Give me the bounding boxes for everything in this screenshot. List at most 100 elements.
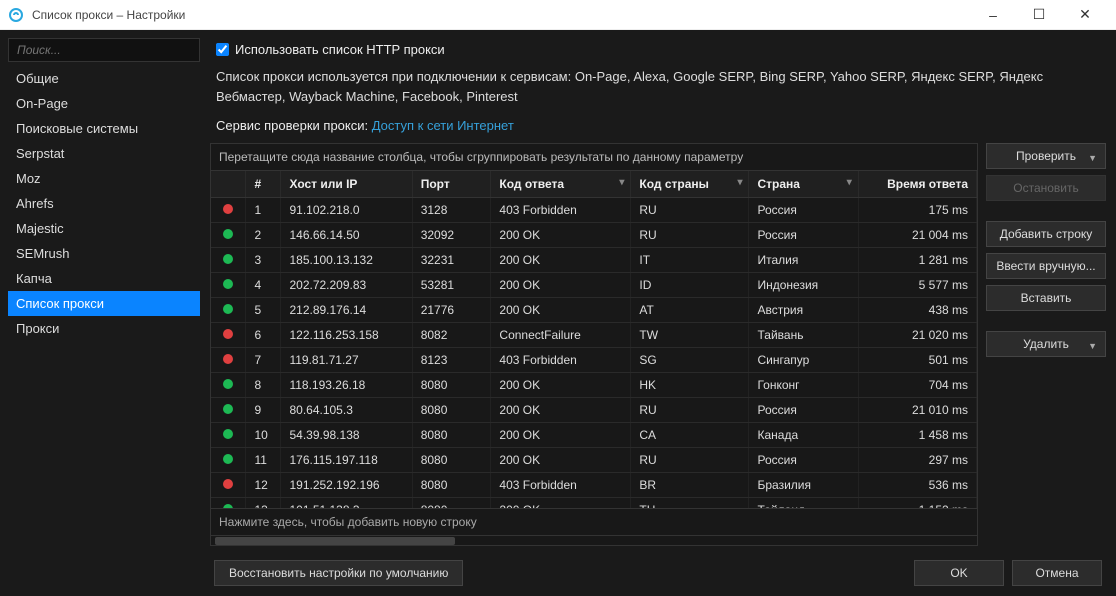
- manual-entry-button[interactable]: Ввести вручную...: [986, 253, 1106, 279]
- cell-port: 8123: [412, 348, 491, 373]
- cell-num: 10: [246, 423, 281, 448]
- cell-code: 403 Forbidden: [491, 473, 631, 498]
- cell-host: 202.72.209.83: [281, 273, 412, 298]
- delete-button[interactable]: Удалить▼: [986, 331, 1106, 357]
- status-dot: [223, 304, 233, 314]
- cell-country-code: RU: [631, 198, 749, 223]
- table-row[interactable]: 191.102.218.03128403 ForbiddenRUРоссия17…: [211, 198, 977, 223]
- cell-code: 200 OK: [491, 298, 631, 323]
- cancel-button[interactable]: Отмена: [1012, 560, 1102, 586]
- col-host[interactable]: Хост или IP: [281, 171, 412, 198]
- sidebar-item[interactable]: Majestic: [8, 216, 200, 241]
- cell-code: 200 OK: [491, 223, 631, 248]
- cell-host: 122.116.253.158: [281, 323, 412, 348]
- cell-code: ConnectFailure: [491, 323, 631, 348]
- minimize-button[interactable]: –: [970, 0, 1016, 30]
- category-list: ОбщиеOn-PageПоисковые системыSerpstatMoz…: [8, 66, 200, 588]
- table-row[interactable]: 3185.100.13.13232231200 OKITИталия1 281 …: [211, 248, 977, 273]
- proxy-grid[interactable]: # Хост или IP Порт Код ответа▾ Код стран…: [211, 171, 977, 508]
- table-row[interactable]: 13101.51.138.38080200 OKTHТайланд1 152 m…: [211, 498, 977, 509]
- sidebar-item[interactable]: SEMrush: [8, 241, 200, 266]
- titlebar: Список прокси – Настройки – ☐ ✕: [0, 0, 1116, 30]
- horizontal-scrollbar[interactable]: [211, 535, 977, 545]
- stop-button: Остановить: [986, 175, 1106, 201]
- col-port[interactable]: Порт: [412, 171, 491, 198]
- cell-country: Тайвань: [749, 323, 858, 348]
- cell-num: 7: [246, 348, 281, 373]
- footer: Восстановить настройки по умолчанию OK О…: [210, 554, 1106, 588]
- add-row-button[interactable]: Добавить строку: [986, 221, 1106, 247]
- cell-port: 8080: [412, 448, 491, 473]
- col-status[interactable]: [211, 171, 246, 198]
- filter-icon[interactable]: ▾: [847, 177, 852, 188]
- cell-code: 200 OK: [491, 273, 631, 298]
- cell-port: 8080: [412, 498, 491, 509]
- sidebar-item[interactable]: On-Page: [8, 91, 200, 116]
- cell-host: 191.252.192.196: [281, 473, 412, 498]
- filter-icon[interactable]: ▾: [619, 177, 624, 188]
- sidebar-item[interactable]: Serpstat: [8, 141, 200, 166]
- cell-num: 9: [246, 398, 281, 423]
- cell-code: 200 OK: [491, 248, 631, 273]
- table-row[interactable]: 7119.81.71.278123403 ForbiddenSGСингапур…: [211, 348, 977, 373]
- sidebar-item[interactable]: Поисковые системы: [8, 116, 200, 141]
- status-dot: [223, 479, 233, 489]
- close-button[interactable]: ✕: [1062, 0, 1108, 30]
- search-input[interactable]: [8, 38, 200, 62]
- service-label: Сервис проверки прокси:: [216, 118, 372, 133]
- sidebar-item[interactable]: Moz: [8, 166, 200, 191]
- sidebar-item[interactable]: Общие: [8, 66, 200, 91]
- proxy-grid-panel: Перетащите сюда название столбца, чтобы …: [210, 143, 978, 546]
- table-row[interactable]: 980.64.105.38080200 OKRUРоссия21 010 ms: [211, 398, 977, 423]
- chevron-down-icon: ▼: [1088, 339, 1097, 353]
- cell-code: 403 Forbidden: [491, 198, 631, 223]
- paste-button[interactable]: Вставить: [986, 285, 1106, 311]
- cell-port: 8080: [412, 473, 491, 498]
- cell-time: 1 458 ms: [858, 423, 976, 448]
- col-num[interactable]: #: [246, 171, 281, 198]
- cell-country-code: RU: [631, 448, 749, 473]
- table-row[interactable]: 11176.115.197.1188080200 OKRUРоссия297 m…: [211, 448, 977, 473]
- add-row-placeholder[interactable]: Нажмите здесь, чтобы добавить новую стро…: [211, 508, 977, 535]
- sidebar-item[interactable]: Список прокси: [8, 291, 200, 316]
- cell-code: 200 OK: [491, 498, 631, 509]
- table-row[interactable]: 6122.116.253.1588082ConnectFailureTWТайв…: [211, 323, 977, 348]
- sidebar-item[interactable]: Прокси: [8, 316, 200, 341]
- cell-time: 21 020 ms: [858, 323, 976, 348]
- sidebar-item[interactable]: Ahrefs: [8, 191, 200, 216]
- cell-num: 13: [246, 498, 281, 509]
- cell-country: Россия: [749, 198, 858, 223]
- group-by-hint[interactable]: Перетащите сюда название столбца, чтобы …: [211, 144, 977, 171]
- cell-country-code: SG: [631, 348, 749, 373]
- cell-country-code: IT: [631, 248, 749, 273]
- cell-country-code: ID: [631, 273, 749, 298]
- col-country[interactable]: Страна▾: [749, 171, 858, 198]
- cell-time: 501 ms: [858, 348, 976, 373]
- table-row[interactable]: 4202.72.209.8353281200 OKIDИндонезия5 57…: [211, 273, 977, 298]
- sidebar-item[interactable]: Капча: [8, 266, 200, 291]
- cell-country: Индонезия: [749, 273, 858, 298]
- table-row[interactable]: 8118.193.26.188080200 OKHKГонконг704 ms: [211, 373, 977, 398]
- status-dot: [223, 354, 233, 364]
- table-row[interactable]: 2146.66.14.5032092200 OKRUРоссия21 004 m…: [211, 223, 977, 248]
- col-code[interactable]: Код ответа▾: [491, 171, 631, 198]
- table-row[interactable]: 1054.39.98.1388080200 OKCAКанада1 458 ms: [211, 423, 977, 448]
- status-dot: [223, 429, 233, 439]
- maximize-button[interactable]: ☐: [1016, 0, 1062, 30]
- table-row[interactable]: 5212.89.176.1421776200 OKATАвстрия438 ms: [211, 298, 977, 323]
- filter-icon[interactable]: ▾: [737, 177, 742, 188]
- check-button[interactable]: Проверить▼: [986, 143, 1106, 169]
- col-country-code[interactable]: Код страны▾: [631, 171, 749, 198]
- ok-button[interactable]: OK: [914, 560, 1004, 586]
- cell-time: 5 577 ms: [858, 273, 976, 298]
- table-row[interactable]: 12191.252.192.1968080403 ForbiddenBRБраз…: [211, 473, 977, 498]
- cell-port: 32231: [412, 248, 491, 273]
- status-dot: [223, 254, 233, 264]
- cell-host: 212.89.176.14: [281, 298, 412, 323]
- use-proxy-checkbox[interactable]: [216, 43, 229, 56]
- status-dot: [223, 204, 233, 214]
- service-link[interactable]: Доступ к сети Интернет: [372, 118, 514, 133]
- col-time[interactable]: Время ответа: [858, 171, 976, 198]
- restore-defaults-button[interactable]: Восстановить настройки по умолчанию: [214, 560, 463, 586]
- cell-country-code: CA: [631, 423, 749, 448]
